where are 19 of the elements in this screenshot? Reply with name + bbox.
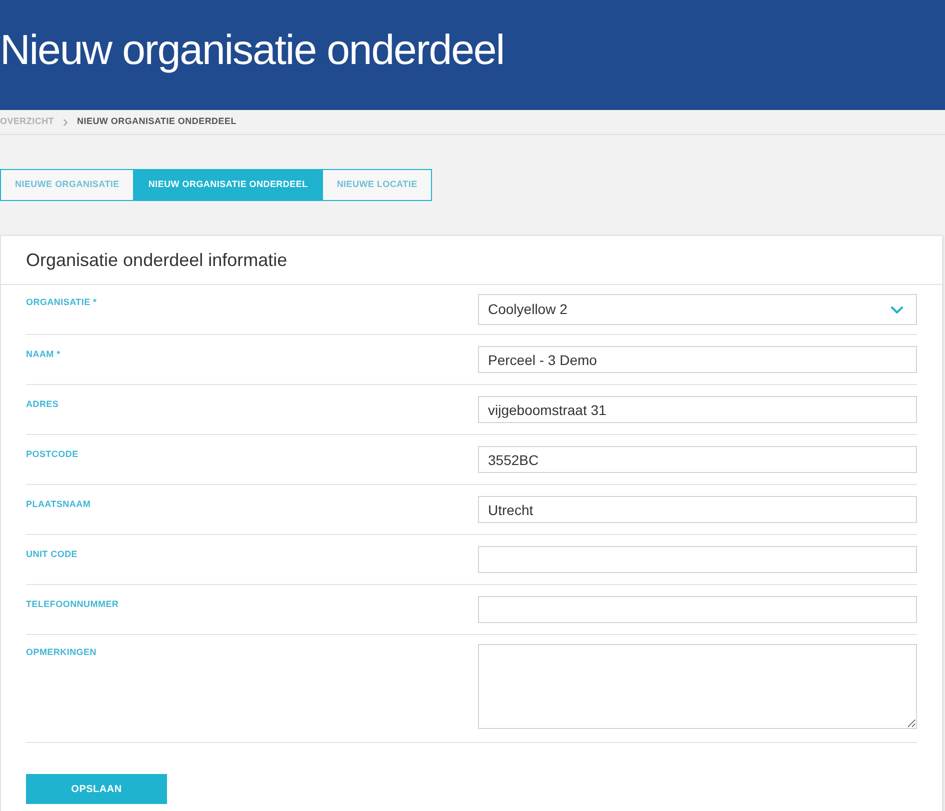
input-field[interactable]: vijgeboomstraat 31 bbox=[478, 396, 917, 423]
field-label: PLAATSNAAM bbox=[26, 498, 91, 511]
field-label: OPMERKINGEN bbox=[26, 646, 96, 659]
select-value: Coolyellow 2 bbox=[488, 300, 568, 319]
remarks-field[interactable] bbox=[478, 644, 917, 729]
organisation-select[interactable]: Coolyellow 2 bbox=[478, 294, 917, 325]
page-title: Nieuw organisatie onderdeel bbox=[0, 29, 504, 71]
input-field[interactable]: 3552BC bbox=[478, 446, 917, 473]
input-field[interactable]: Utrecht bbox=[478, 496, 917, 523]
field-label: TELEFOONNUMMER bbox=[26, 598, 119, 611]
field-label: NAAM * bbox=[26, 348, 60, 361]
field-label: ADRES bbox=[26, 398, 59, 411]
field-label: POSTCODE bbox=[26, 448, 78, 461]
field-label: UNIT CODE bbox=[26, 548, 78, 561]
input-field[interactable] bbox=[478, 596, 917, 623]
card-title: Organisatie onderdeel informatie bbox=[26, 248, 288, 272]
field-label: ORGANISATIE * bbox=[26, 296, 97, 309]
input-field[interactable]: Perceel - 3 Demo bbox=[478, 346, 917, 373]
input-field[interactable] bbox=[478, 546, 917, 573]
